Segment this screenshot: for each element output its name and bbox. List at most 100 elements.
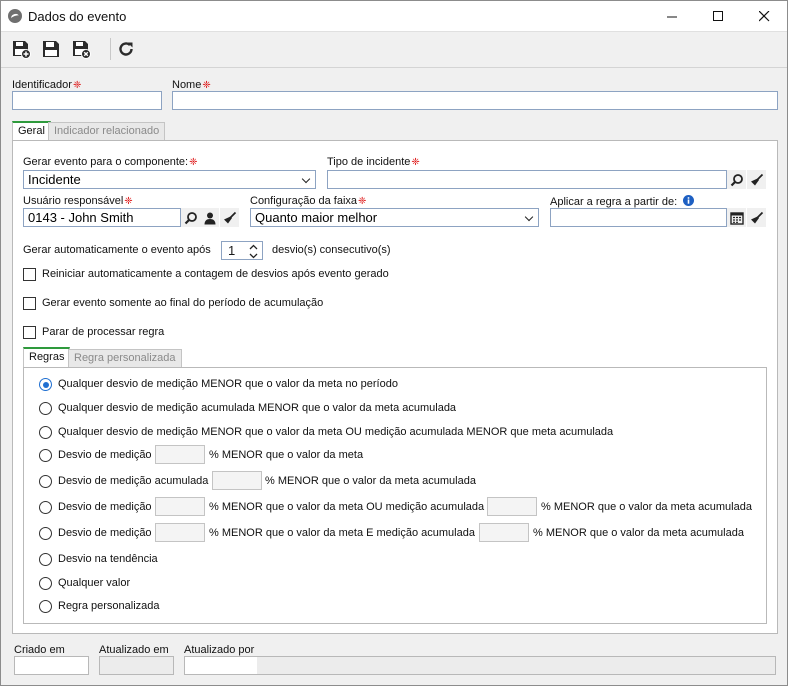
rule-radio-9[interactable]: [39, 577, 52, 590]
name-input[interactable]: [172, 91, 778, 110]
updated-by-value-mask: [185, 657, 257, 674]
apply-from-calendar-button[interactable]: [727, 208, 746, 227]
updated-label: Atualizado em: [99, 644, 169, 656]
required-icon: ❈: [202, 80, 211, 91]
user-search-button[interactable]: [181, 208, 200, 227]
rule-label-7b: % MENOR que o valor da meta E medição ac…: [209, 527, 475, 539]
rule-label-8: Desvio na tendência: [58, 553, 158, 565]
rule-6-accumulated-percent-input[interactable]: [487, 497, 537, 516]
window-title: Dados do evento: [28, 9, 127, 24]
apply-from-clear-button[interactable]: [747, 208, 766, 227]
close-button[interactable]: [741, 1, 787, 32]
chevron-up-icon: [249, 244, 258, 249]
updated-field: [99, 656, 174, 675]
rule-label-7a: Desvio de medição: [58, 527, 152, 539]
incident-type-input[interactable]: [327, 170, 727, 189]
broom-icon: [223, 211, 236, 223]
rule-radio-3[interactable]: [39, 426, 52, 439]
calendar-icon: [729, 211, 744, 225]
range-config-label: Configuração da faixa❈: [250, 195, 367, 207]
rule-7-percent-input[interactable]: [155, 523, 205, 542]
stepper-down-button[interactable]: [245, 251, 262, 260]
deviation-count-value: 1: [228, 243, 236, 258]
rule-radio-1[interactable]: [39, 378, 52, 391]
search-icon: [184, 211, 197, 224]
restart-count-checkbox[interactable]: [23, 268, 36, 281]
identifier-input[interactable]: [12, 91, 162, 110]
rule-label-1: Qualquer desvio de medição MENOR que o v…: [58, 378, 398, 390]
save-close-icon: [73, 41, 91, 59]
tab-regra-personalizada[interactable]: Regra personalizada: [68, 349, 182, 367]
event-dialog: Dados do evento Identificador❈ Nome❈ Ger…: [0, 0, 788, 686]
app-logo-icon: [8, 9, 22, 23]
user-profile-button[interactable]: [200, 208, 219, 227]
rule-radio-7[interactable]: [39, 527, 52, 540]
rule-label-7c: % MENOR que o valor da meta acumulada: [533, 527, 744, 539]
user-input[interactable]: 0143 - John Smith: [23, 208, 181, 227]
maximize-icon: [712, 11, 723, 21]
toolbar: [1, 33, 787, 65]
rule-radio-5[interactable]: [39, 475, 52, 488]
required-icon: ❈: [189, 157, 198, 168]
identifier-label: Identificador❈: [12, 79, 82, 91]
rule-radio-8[interactable]: [39, 553, 52, 566]
user-label: Usuário responsável❈: [23, 195, 133, 207]
rule-label-4a: Desvio de medição: [58, 449, 152, 461]
save-close-button[interactable]: [68, 36, 94, 62]
refresh-button[interactable]: [113, 36, 139, 62]
incident-type-search-button[interactable]: [727, 170, 746, 189]
chevron-down-icon: [249, 253, 258, 258]
component-label: Gerar evento para o componente:❈: [23, 156, 198, 168]
rule-label-4b: % MENOR que o valor da meta: [209, 449, 364, 461]
rule-4-percent-input[interactable]: [155, 445, 205, 464]
end-of-period-checkbox[interactable]: [23, 297, 36, 310]
search-icon: [730, 173, 743, 186]
rule-label-9: Qualquer valor: [58, 577, 131, 589]
user-clear-button[interactable]: [220, 208, 239, 227]
created-label: Criado em: [14, 644, 65, 656]
rule-radio-10[interactable]: [39, 600, 52, 613]
apply-from-date-input[interactable]: [550, 208, 727, 227]
stop-processing-label: Parar de processar regra: [42, 326, 165, 338]
rule-6-percent-input[interactable]: [155, 497, 205, 516]
rule-label-2: Qualquer desvio de medição acumulada MEN…: [58, 402, 457, 414]
toolbar-separator: [110, 38, 111, 60]
maximize-button[interactable]: [695, 1, 741, 32]
stop-processing-checkbox[interactable]: [23, 326, 36, 339]
required-icon: ❈: [358, 196, 367, 207]
required-icon: ❈: [411, 157, 420, 168]
save-button[interactable]: [38, 36, 64, 62]
rule-label-6a: Desvio de medição: [58, 501, 152, 513]
user-icon: [204, 212, 215, 224]
save-new-button[interactable]: [8, 36, 34, 62]
rule-5-percent-input[interactable]: [212, 471, 262, 490]
end-of-period-label: Gerar evento somente ao final do período…: [42, 297, 324, 309]
range-config-select[interactable]: Quanto maior melhor: [250, 208, 539, 227]
required-icon: ❈: [124, 196, 133, 207]
minimize-button[interactable]: [649, 1, 695, 32]
save-icon: [43, 41, 59, 57]
deviation-count-stepper[interactable]: 1: [221, 241, 263, 260]
rule-label-10: Regra personalizada: [58, 600, 160, 612]
broom-icon: [750, 211, 763, 223]
stepper-up-button[interactable]: [245, 242, 262, 251]
incident-type-clear-button[interactable]: [747, 170, 766, 189]
tab-indicador-relacionado[interactable]: Indicador relacionado: [48, 122, 166, 140]
minimize-icon: [666, 16, 677, 18]
rule-radio-2[interactable]: [39, 402, 52, 415]
rule-radio-6[interactable]: [39, 501, 52, 514]
rule-label-6b: % MENOR que o valor da meta OU medição a…: [209, 501, 485, 513]
auto-generate-prefix: Gerar automaticamente o evento após: [23, 244, 211, 256]
rule-7-accumulated-percent-input[interactable]: [479, 523, 529, 542]
rule-label-5b: % MENOR que o valor da meta acumulada: [265, 475, 476, 487]
tab-regras[interactable]: Regras: [23, 347, 71, 367]
rule-label-5a: Desvio de medição acumulada: [58, 475, 209, 487]
name-label: Nome❈: [172, 79, 211, 91]
rule-label-6c: % MENOR que o valor da meta acumulada: [541, 501, 752, 513]
apply-from-label: Aplicar a regra a partir de:: [550, 195, 695, 208]
component-select[interactable]: Incidente: [23, 170, 316, 189]
tab-geral[interactable]: Geral: [12, 121, 51, 141]
rule-radio-4[interactable]: [39, 449, 52, 462]
updated-by-label: Atualizado por: [184, 644, 255, 656]
required-icon: ❈: [72, 80, 82, 91]
